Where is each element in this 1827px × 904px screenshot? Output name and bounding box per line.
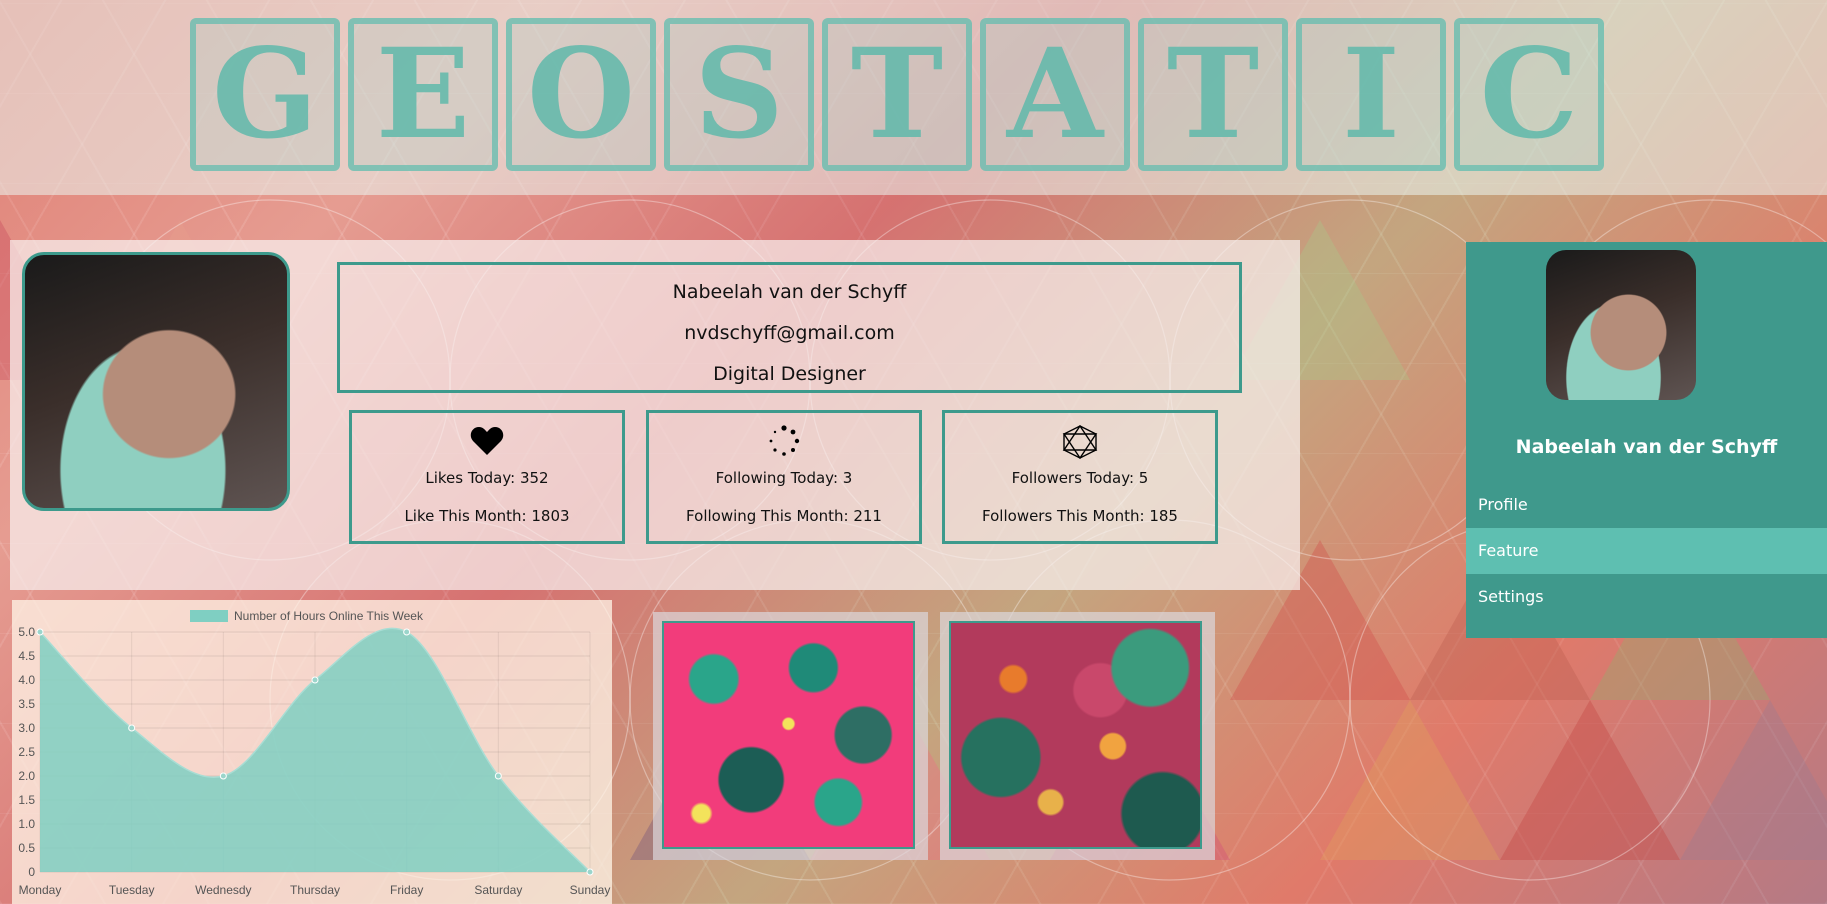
- logo-tile: I: [1296, 18, 1446, 171]
- profile-avatar[interactable]: [22, 252, 290, 511]
- y-tick-label: 3.0: [18, 721, 35, 735]
- profile-name: Nabeelah van der Schyff: [672, 281, 907, 303]
- following-stat-card: Following Today: 3 Following This Month:…: [646, 410, 922, 544]
- x-tick-label: Saturday: [474, 883, 522, 897]
- following-today: Following Today: 3: [715, 469, 853, 487]
- legend-swatch: [190, 610, 228, 622]
- x-tick-label: Sunday: [570, 883, 611, 897]
- sidebar-item-profile[interactable]: Profile: [1466, 482, 1827, 528]
- likes-today: Likes Today: 352: [425, 469, 549, 487]
- likes-month: Like This Month: 1803: [404, 507, 570, 525]
- x-tick-label: Thursday: [290, 883, 340, 897]
- profile-title: Digital Designer: [713, 363, 866, 385]
- following-month: Following This Month: 211: [686, 507, 882, 525]
- logo-tile: T: [822, 18, 972, 171]
- logo-tile: C: [1454, 18, 1604, 171]
- sidebar-user-name: Nabeelah van der Schyff: [1515, 436, 1778, 458]
- chart-data-point: [36, 628, 44, 636]
- logo-tile: O: [506, 18, 656, 171]
- x-tick-label: Tuesday: [109, 883, 155, 897]
- y-tick-label: 1.5: [18, 793, 35, 807]
- sidebar-avatar[interactable]: [1546, 250, 1696, 400]
- y-tick-label: 5.0: [18, 625, 35, 639]
- hours-online-chart: 0 0.5 1.0 1.5 2.0 2.5 3.0 3.5 4.0 4.5 5.0 Monday Tue…: [12, 600, 612, 904]
- y-tick-label: 0.5: [18, 841, 35, 855]
- y-tick-label: 2.5: [18, 745, 35, 759]
- loading-dots-icon: [649, 425, 919, 459]
- chart-data-point: [494, 772, 502, 780]
- likes-stat-card: Likes Today: 352 Like This Month: 1803: [349, 410, 625, 544]
- y-tick-label: 4.5: [18, 649, 35, 663]
- heart-icon: [352, 425, 622, 459]
- followers-month: Followers This Month: 185: [982, 507, 1178, 525]
- legend-label: Number of Hours Online This Week: [234, 609, 424, 623]
- followers-stat-card: Followers Today: 5 Followers This Month:…: [942, 410, 1218, 544]
- y-tick-label: 0: [28, 865, 35, 879]
- pattern-image-frame[interactable]: [653, 612, 928, 860]
- geometric-icon: [945, 425, 1215, 459]
- y-tick-label: 1.0: [18, 817, 35, 831]
- sidebar-item-feature[interactable]: Feature: [1466, 528, 1827, 574]
- logo-tile: T: [1138, 18, 1288, 171]
- chart-data-point: [128, 724, 136, 732]
- chart-data-point: [219, 772, 227, 780]
- chart-svg: 0 0.5 1.0 1.5 2.0 2.5 3.0 3.5 4.0 4.5 5.0 Monday Tue…: [18, 609, 611, 897]
- floral-pattern-image[interactable]: [662, 621, 915, 849]
- logo-tile: G: [190, 18, 340, 171]
- profile-info-card: Nabeelah van der Schyff nvdschyff@gmail.…: [337, 262, 1242, 393]
- logo-tile: A: [980, 18, 1130, 171]
- chart-data-point: [311, 676, 319, 684]
- logo-tile: E: [348, 18, 498, 171]
- x-tick-label: Wednesdy: [195, 883, 251, 897]
- geostatic-logo[interactable]: G E O S T A T I C: [190, 18, 1604, 171]
- profile-email[interactable]: nvdschyff@gmail.com: [340, 322, 1239, 344]
- y-tick-label: 2.0: [18, 769, 35, 783]
- sidebar: Nabeelah van der Schyff Profile Feature …: [1466, 242, 1827, 638]
- chart-data-point: [403, 628, 411, 636]
- logo-tile: S: [664, 18, 814, 171]
- pattern-image-frame[interactable]: [940, 612, 1215, 860]
- x-tick-label: Friday: [390, 883, 423, 897]
- x-tick-label: Monday: [19, 883, 62, 897]
- chart-data-point: [586, 868, 594, 876]
- tropical-pattern-image[interactable]: [949, 621, 1202, 849]
- followers-today: Followers Today: 5: [1011, 469, 1149, 487]
- y-tick-label: 4.0: [18, 673, 35, 687]
- y-tick-label: 3.5: [18, 697, 35, 711]
- sidebar-item-settings[interactable]: Settings: [1466, 574, 1827, 620]
